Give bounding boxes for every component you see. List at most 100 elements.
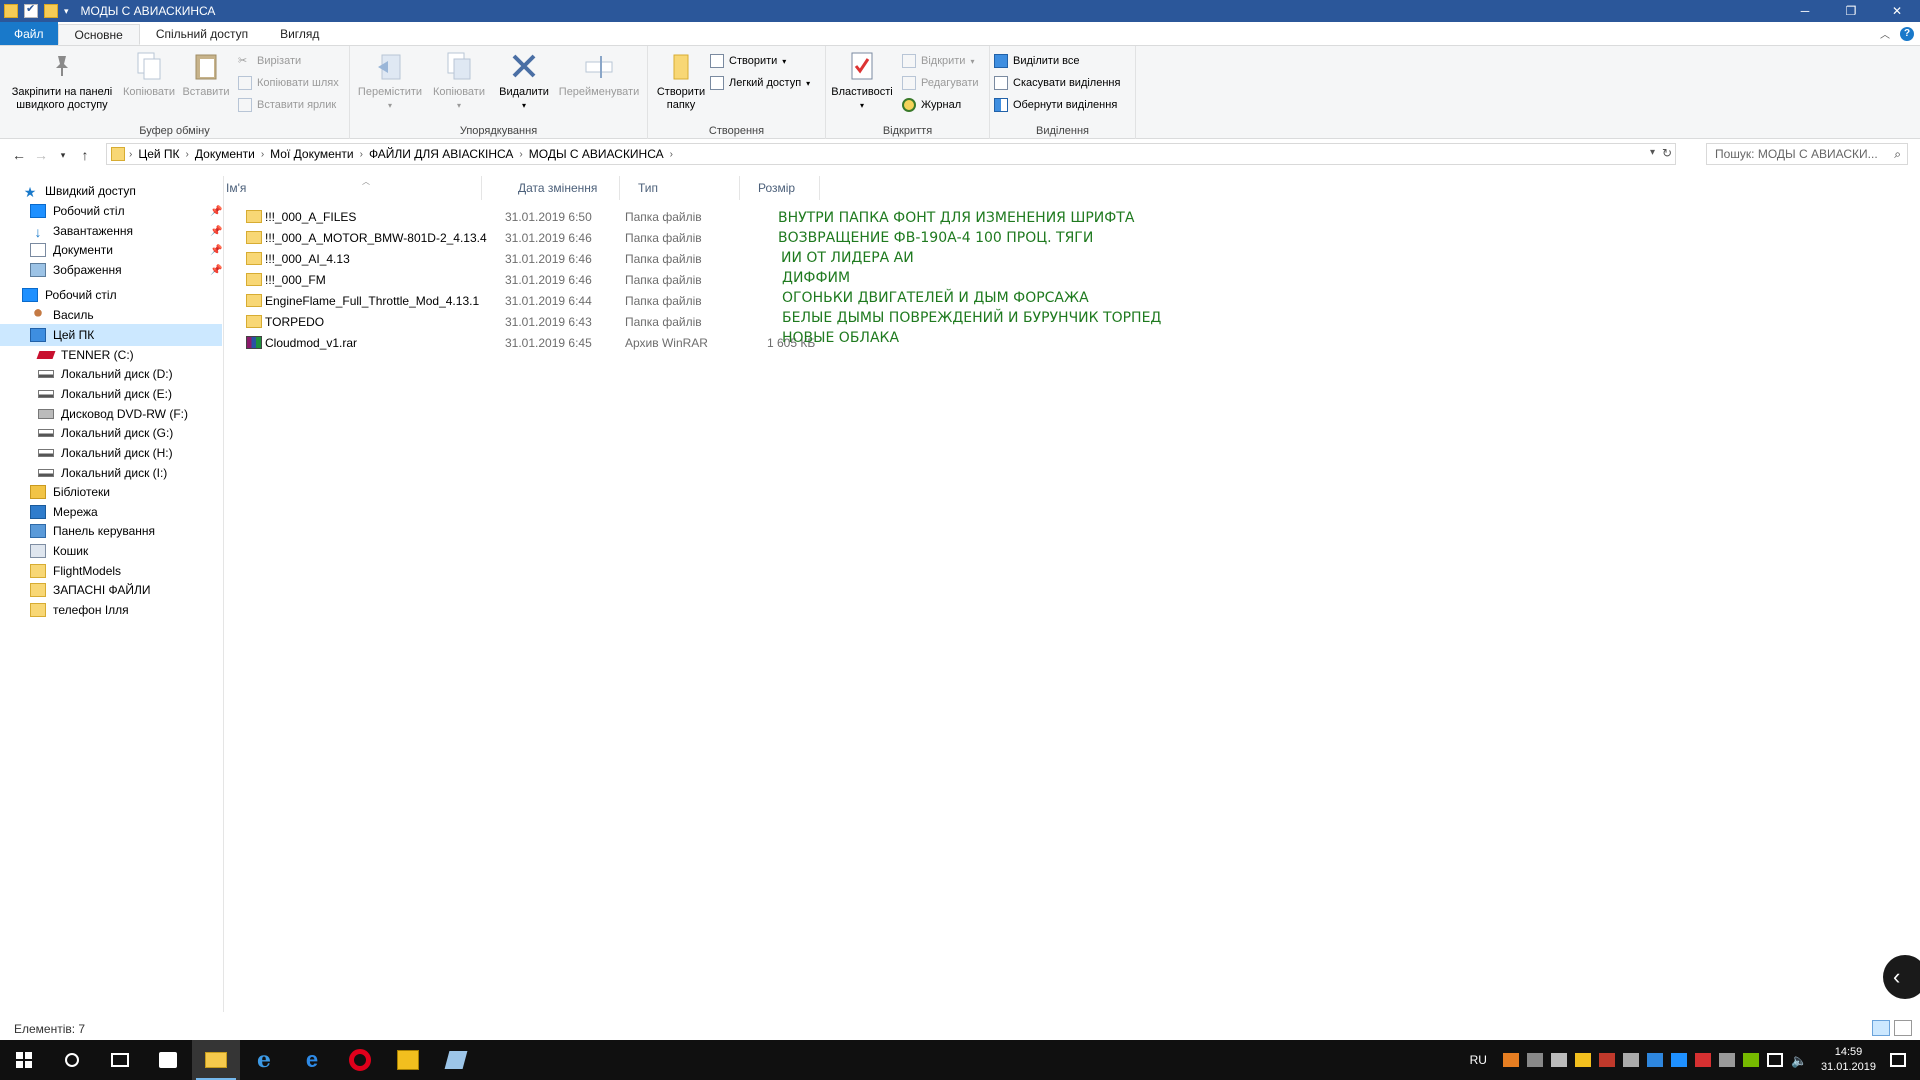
pin-icon[interactable]: 📌 [210, 206, 222, 217]
nav-item[interactable]: Локальний диск (H:) [0, 442, 222, 464]
tray-app-icon[interactable] [1670, 1053, 1687, 1067]
nvidia-icon[interactable] [1742, 1053, 1759, 1067]
opera-button[interactable] [336, 1040, 384, 1080]
app-button[interactable] [432, 1040, 480, 1080]
edit-button[interactable]: Редагувати [902, 74, 979, 92]
pin-quick-access-button[interactable]: Закріпити на панелі швидкого доступу [4, 50, 120, 112]
search-button[interactable] [48, 1040, 96, 1080]
column-date[interactable]: Дата змінення [500, 176, 620, 200]
tray-app-icon[interactable] [1526, 1053, 1543, 1067]
nav-item[interactable]: Документи 📌 [0, 239, 222, 261]
task-view-button[interactable] [96, 1040, 144, 1080]
chevron-left-icon[interactable]: ‹ [1883, 955, 1920, 999]
tab-share[interactable]: Спільний доступ [140, 22, 264, 45]
store-button[interactable] [144, 1040, 192, 1080]
clock[interactable]: 14:59 31.01.2019 [1821, 1045, 1876, 1075]
file-row[interactable]: Cloudmod_v1.rar 31.01.2019 6:45 Архив WinR… [226, 332, 826, 353]
chevron-right-icon[interactable]: › [670, 149, 673, 160]
file-row[interactable]: TORPEDO 31.01.2019 6:43 Папка файлів [226, 311, 826, 332]
tray-app-icon[interactable] [1574, 1053, 1591, 1067]
move-to-button[interactable]: Перемістити ▾ [354, 50, 426, 112]
tray-app-icon[interactable] [1502, 1053, 1519, 1067]
details-view-button[interactable] [1872, 1020, 1890, 1036]
nav-item[interactable]: Цей ПК [0, 324, 222, 346]
copy-to-button[interactable]: Копіювати ▾ [426, 50, 492, 112]
media-player-button[interactable] [384, 1040, 432, 1080]
volume-icon[interactable]: 🔈 [1791, 1053, 1807, 1068]
file-row[interactable]: !!!_000_A_FILES 31.01.2019 6:50 Папка файл… [226, 206, 826, 227]
internet-explorer-button[interactable]: e [240, 1040, 288, 1080]
breadcrumb-documents[interactable]: Документи [189, 147, 261, 161]
tray-app-icon[interactable] [1550, 1053, 1567, 1067]
start-button[interactable] [0, 1040, 48, 1080]
edge-button[interactable]: e [288, 1040, 336, 1080]
notifications-icon[interactable] [1890, 1053, 1906, 1067]
invert-selection-button[interactable]: Обернути виділення [994, 96, 1117, 114]
tray-app-icon[interactable] [1694, 1053, 1711, 1067]
search-input[interactable]: Пошук: МОДЫ С АВИАСКИ... ⌕ [1706, 143, 1908, 165]
search-icon[interactable]: ⌕ [1894, 147, 1901, 162]
minimize-button[interactable]: ─ [1782, 0, 1828, 22]
breadcrumb-current-folder[interactable]: МОДЫ С АВИАСКИНСА [523, 147, 670, 161]
new-item-button[interactable]: Створити ▾ [710, 52, 786, 70]
nav-item[interactable]: Бібліотеки [0, 481, 222, 503]
nav-item[interactable]: Василь [0, 304, 222, 326]
file-explorer-button[interactable] [192, 1040, 240, 1080]
nav-item[interactable]: Локальний диск (E:) [0, 383, 222, 405]
tray-app-icon[interactable] [1598, 1053, 1615, 1067]
breadcrumb-my-documents[interactable]: Мої Документи [264, 147, 359, 161]
forward-button[interactable]: → [30, 147, 52, 163]
nav-item[interactable]: Локальний диск (D:) [0, 363, 222, 385]
file-row[interactable]: EngineFlame_Full_Throttle_Mod_4.13.1 31.0… [226, 290, 826, 311]
nav-item[interactable]: ЗАПАСНІ ФАЙЛИ [0, 579, 222, 601]
back-button[interactable]: ← [8, 147, 30, 163]
large-icons-view-button[interactable] [1894, 1020, 1912, 1036]
properties-button[interactable]: Властивості ▾ [828, 50, 896, 112]
nav-item[interactable]: Робочий стіл [0, 284, 222, 306]
rename-button[interactable]: Перейменувати [554, 50, 644, 99]
column-size[interactable]: Розмір [740, 176, 820, 200]
pin-icon[interactable]: 📌 [210, 245, 222, 256]
nav-item[interactable]: Панель керування [0, 520, 222, 542]
address-bar[interactable]: › Цей ПК › Документи › Мої Документи › Ф… [106, 143, 1676, 165]
language-indicator[interactable]: RU [1470, 1053, 1487, 1067]
copy-button[interactable]: Копіювати [118, 50, 180, 99]
column-type[interactable]: Тип [620, 176, 740, 200]
nav-item[interactable]: телефон Ілля [0, 599, 222, 621]
new-folder-button[interactable]: Створити папку [652, 50, 710, 112]
up-button[interactable]: ↑ [74, 147, 96, 163]
properties-icon[interactable] [24, 2, 38, 18]
cut-button[interactable]: ✂ Вирізати [238, 52, 301, 70]
breadcrumb-this-pc[interactable]: Цей ПК [132, 147, 185, 161]
tab-home[interactable]: Основне [57, 24, 140, 45]
tray-app-icon[interactable] [1718, 1053, 1735, 1067]
tab-view[interactable]: Вигляд [264, 22, 335, 45]
delete-button[interactable]: Видалити ▾ [494, 50, 554, 112]
paste-button[interactable]: Вставити [178, 50, 234, 99]
select-none-button[interactable]: Скасувати виділення [994, 74, 1120, 92]
network-icon[interactable] [1766, 1053, 1783, 1067]
nav-item[interactable]: Кошик [0, 540, 222, 562]
tray-app-icon[interactable] [1646, 1053, 1663, 1067]
nav-item[interactable]: ★ Швидкий доступ [0, 180, 222, 202]
history-button[interactable]: Журнал [902, 96, 961, 114]
nav-item[interactable]: Локальний диск (G:) [0, 422, 222, 444]
address-history-dropdown[interactable]: ▾ [1650, 147, 1655, 158]
open-button[interactable]: Відкрити ▾ [902, 52, 974, 70]
help-icon[interactable]: ? [1900, 26, 1914, 41]
new-folder-icon[interactable] [44, 4, 58, 18]
file-row[interactable]: !!!_000_A_MOTOR_BMW-801D-2_4.13.4 31.01.2… [226, 227, 826, 248]
recent-locations-button[interactable]: ▾ [52, 150, 74, 161]
nav-item[interactable]: Робочий стіл 📌 [0, 200, 222, 222]
column-name[interactable]: Ім'я [208, 176, 482, 200]
breadcrumb-files-for-aviaskins[interactable]: ФАЙЛИ ДЛЯ АВІАСКІНСА [363, 147, 519, 161]
file-row[interactable]: !!!_000_AI_4.13 31.01.2019 6:46 Папка файл… [226, 248, 826, 269]
tab-file[interactable]: Файл [0, 22, 58, 45]
select-all-button[interactable]: Виділити все [994, 52, 1079, 70]
nav-item[interactable]: Зображення 📌 [0, 259, 222, 281]
file-row[interactable]: !!!_000_FM 31.01.2019 6:46 Папка файлів [226, 269, 826, 290]
pin-icon[interactable]: 📌 [210, 265, 222, 276]
maximize-button[interactable]: ❐ [1828, 0, 1874, 22]
tray-app-icon[interactable] [1622, 1053, 1639, 1067]
collapse-ribbon-icon[interactable]: ︿ [1880, 26, 1890, 41]
